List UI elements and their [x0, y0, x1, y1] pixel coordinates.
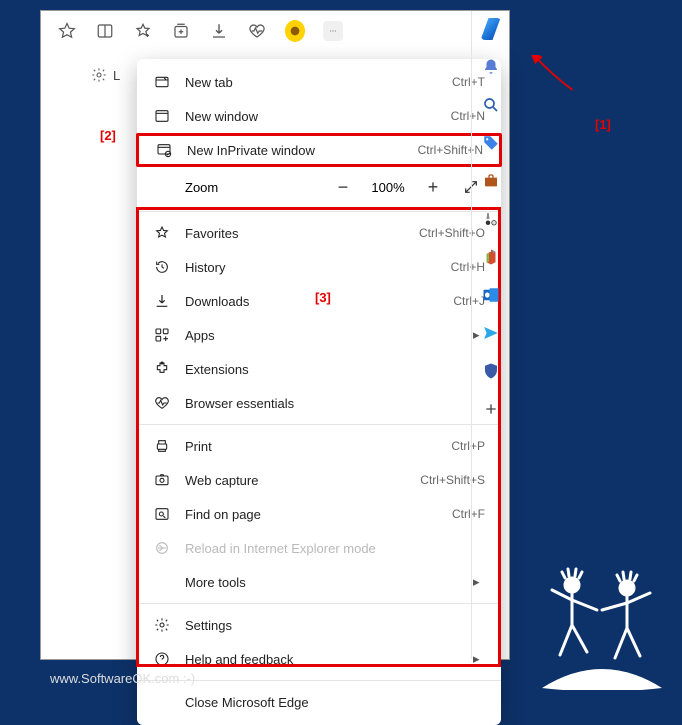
- shield-icon[interactable]: [481, 361, 501, 381]
- toolbar: [41, 11, 509, 51]
- menu-item-extensions[interactable]: Extensions: [137, 352, 501, 386]
- annotation-arrow: [520, 55, 590, 95]
- peek-content: L: [41, 63, 131, 87]
- zoom-label: Zoom: [185, 180, 319, 195]
- settings-menu: New tab Ctrl+T New window Ctrl+N New InP…: [137, 59, 501, 725]
- menu-item-new-tab[interactable]: New tab Ctrl+T: [137, 65, 501, 99]
- settings-icon: [153, 616, 171, 634]
- essentials-icon: [153, 394, 171, 412]
- print-icon: [153, 437, 171, 455]
- menu-label: Apps: [185, 328, 459, 343]
- menu-label: Find on page: [185, 507, 438, 522]
- apps-icon: [153, 326, 171, 344]
- collections-icon[interactable]: [171, 21, 191, 41]
- new-window-icon: [153, 107, 171, 125]
- tag-icon[interactable]: [481, 133, 501, 153]
- menu-label: Favorites: [185, 226, 405, 241]
- briefcase-icon[interactable]: [481, 171, 501, 191]
- menu-label: Downloads: [185, 294, 439, 309]
- menu-label: Web capture: [185, 473, 406, 488]
- menu-label: Extensions: [185, 362, 485, 377]
- find-icon: [153, 505, 171, 523]
- outlook-icon[interactable]: [481, 285, 501, 305]
- star-icon[interactable]: [57, 21, 77, 41]
- favorites-star-icon[interactable]: [133, 21, 153, 41]
- microsoft365-icon[interactable]: [481, 247, 501, 267]
- zoom-value: 100%: [367, 180, 409, 195]
- favorites-icon: [153, 224, 171, 242]
- send-icon[interactable]: [481, 323, 501, 343]
- separator: [137, 603, 501, 604]
- menu-item-more-tools[interactable]: More tools ▸: [137, 565, 501, 599]
- help-icon: [153, 650, 171, 668]
- plus-icon[interactable]: [481, 399, 501, 419]
- download-icon[interactable]: [209, 21, 229, 41]
- zoom-in-button[interactable]: +: [419, 173, 447, 201]
- menu-item-print[interactable]: Print Ctrl+P: [137, 429, 501, 463]
- menu-label: Print: [185, 439, 437, 454]
- browser-window: L www.SoftwareOK.com New tab Ctrl+T New …: [40, 10, 510, 660]
- gear-icon: [91, 67, 107, 83]
- menu-item-favorites[interactable]: Favorites Ctrl+Shift+O: [137, 216, 501, 250]
- menu-label: New tab: [185, 75, 438, 90]
- menu-item-essentials[interactable]: Browser essentials: [137, 386, 501, 420]
- search-icon[interactable]: [481, 95, 501, 115]
- annotation-1: [1]: [595, 117, 611, 132]
- menu-label: Reload in Internet Explorer mode: [185, 541, 485, 556]
- new-tab-icon: [153, 73, 171, 91]
- bell-icon[interactable]: [481, 57, 501, 77]
- extensions-icon: [153, 360, 171, 378]
- games-icon[interactable]: [481, 209, 501, 229]
- menu-item-apps[interactable]: Apps ▸: [137, 318, 501, 352]
- separator: [137, 424, 501, 425]
- annotation-2: [2]: [100, 128, 116, 143]
- watermark: www.SoftwareOK.com :-): [50, 671, 195, 686]
- menu-label: History: [185, 260, 437, 275]
- menu-item-capture[interactable]: Web capture Ctrl+Shift+S: [137, 463, 501, 497]
- menu-item-inprivate[interactable]: New InPrivate window Ctrl+Shift+N: [136, 133, 502, 167]
- annotation-3: [3]: [315, 290, 331, 305]
- menu-label: Browser essentials: [185, 396, 485, 411]
- inprivate-icon: [155, 141, 173, 159]
- menu-item-new-window[interactable]: New window Ctrl+N: [137, 99, 501, 133]
- zoom-out-button[interactable]: −: [329, 173, 357, 201]
- menu-item-find[interactable]: Find on page Ctrl+F: [137, 497, 501, 531]
- menu-label: More tools: [185, 575, 459, 590]
- history-icon: [153, 258, 171, 276]
- split-screen-icon[interactable]: [95, 21, 115, 41]
- menu-item-zoom: Zoom − 100% +: [137, 167, 501, 207]
- menu-label: Settings: [185, 618, 485, 633]
- menu-label: New InPrivate window: [187, 143, 404, 158]
- download-icon: [153, 292, 171, 310]
- sunflower-icon[interactable]: [285, 21, 305, 41]
- ie-icon: [153, 539, 171, 557]
- menu-item-history[interactable]: History Ctrl+H: [137, 250, 501, 284]
- sidebar: [471, 11, 509, 659]
- menu-label: Help and feedback: [185, 652, 459, 667]
- menu-item-settings[interactable]: Settings: [137, 608, 501, 642]
- copilot-icon[interactable]: [481, 19, 501, 39]
- menu-label: New window: [185, 109, 437, 124]
- more-icon[interactable]: [323, 21, 343, 41]
- menu-item-close[interactable]: Close Microsoft Edge: [137, 685, 501, 719]
- decorative-figures: [532, 560, 672, 690]
- capture-icon: [153, 471, 171, 489]
- peek-letter: L: [113, 68, 120, 83]
- menu-item-ie-mode: Reload in Internet Explorer mode: [137, 531, 501, 565]
- menu-label: Close Microsoft Edge: [185, 695, 485, 710]
- separator: [137, 211, 501, 212]
- health-icon[interactable]: [247, 21, 267, 41]
